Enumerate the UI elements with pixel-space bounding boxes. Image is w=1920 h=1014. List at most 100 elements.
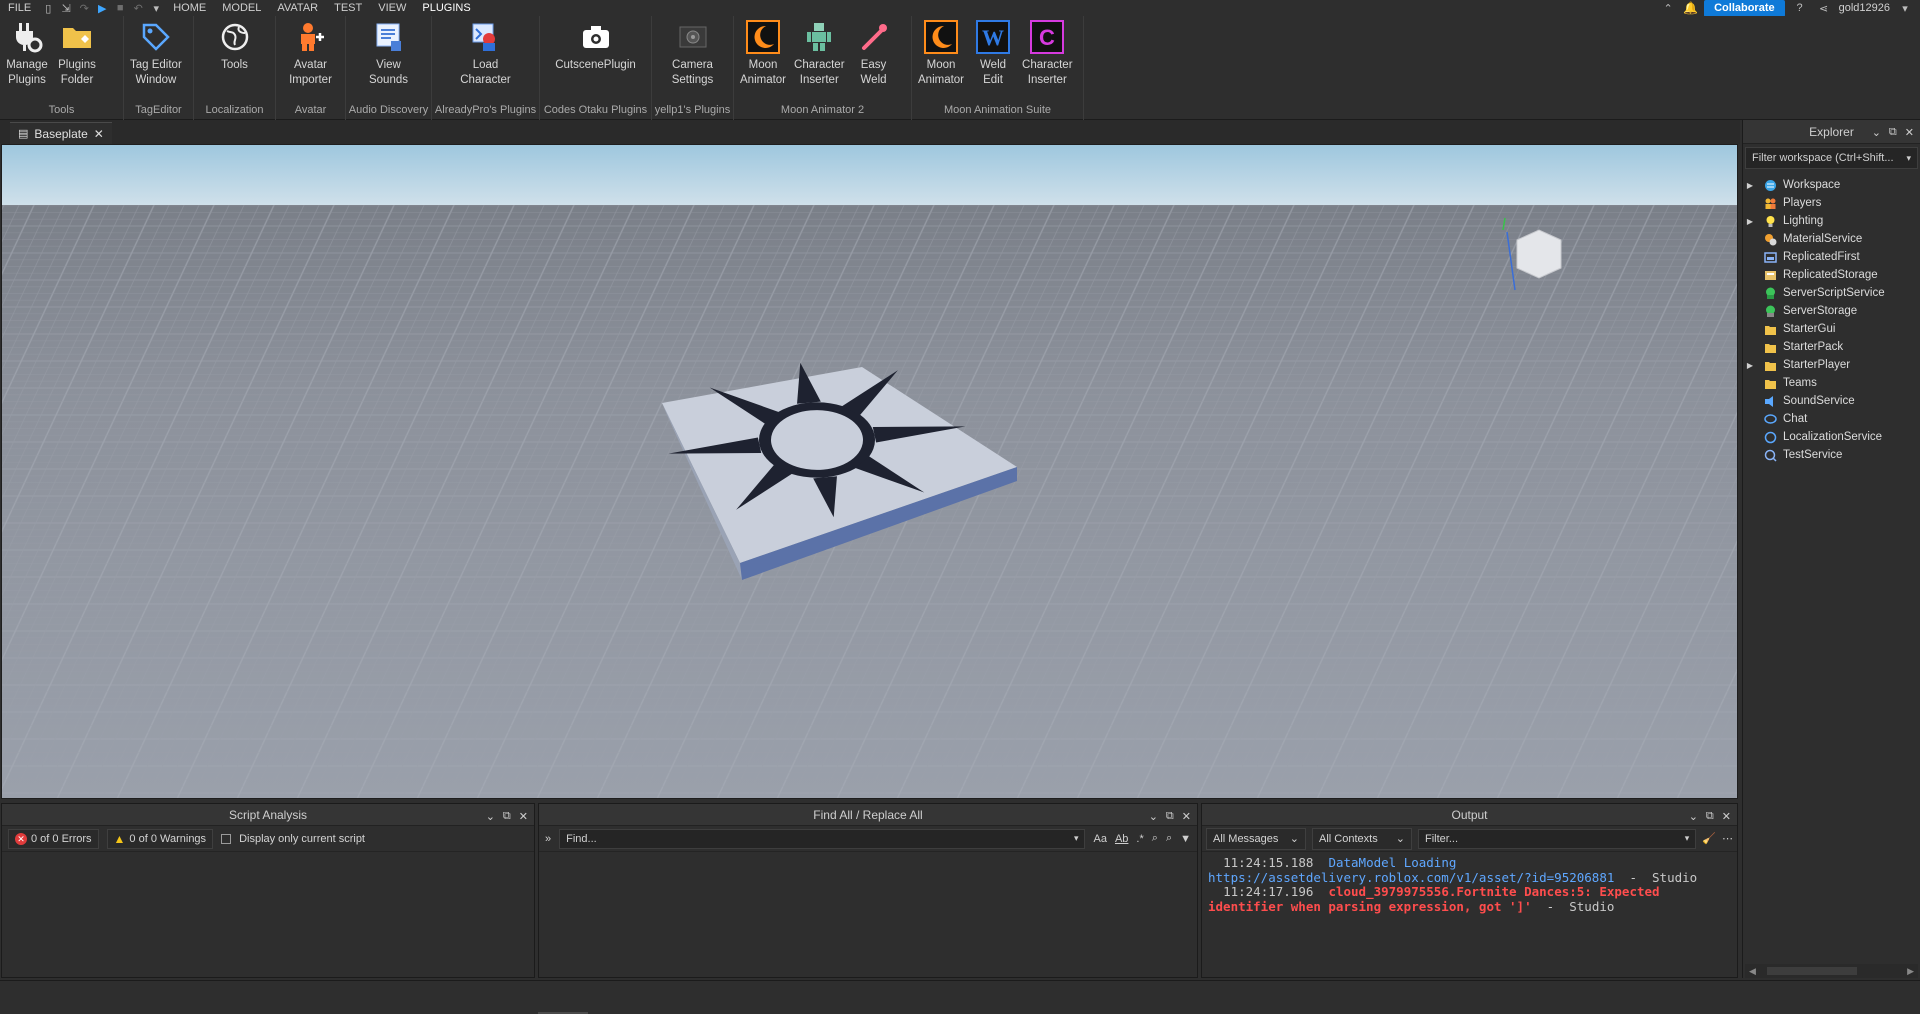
output-filter-input[interactable]: Filter... ▾ — [1418, 828, 1697, 849]
play-icon[interactable]: ▶ — [93, 0, 111, 16]
close-icon[interactable]: ✕ — [1905, 126, 1914, 139]
tree-item-localizationservice[interactable]: LocalizationService — [1743, 428, 1920, 446]
close-icon[interactable]: ✕ — [1722, 810, 1731, 823]
regex-toggle[interactable]: .* — [1136, 833, 1143, 845]
scrollbar-thumb[interactable] — [1767, 967, 1857, 975]
tree-item-soundservice[interactable]: SoundService — [1743, 392, 1920, 410]
plugins-folder-button[interactable]: Plugins Folder — [52, 20, 102, 102]
tag-editor-window-button[interactable]: Tag Editor Window — [126, 20, 186, 102]
tree-item-replicatedfirst[interactable]: ReplicatedFirst — [1743, 248, 1920, 266]
menu-model[interactable]: MODEL — [214, 0, 269, 16]
match-case-toggle[interactable]: Aa — [1093, 833, 1106, 845]
quick-access-dropdown-icon[interactable]: ▾ — [147, 0, 165, 16]
panel-menu-chevron-icon[interactable]: ⌄ — [1872, 126, 1881, 139]
menu-file[interactable]: FILE — [0, 0, 39, 16]
character-inserter-suite-button[interactable]: C Character Inserter — [1018, 20, 1077, 102]
menu-plugins[interactable]: PLUGINS — [414, 0, 478, 16]
panel-menu-chevron-icon[interactable]: ⌄ — [486, 810, 495, 823]
character-inserter-button[interactable]: Character Inserter — [790, 20, 849, 102]
undock-icon[interactable]: ⧉ — [503, 810, 511, 823]
tree-item-players[interactable]: Players — [1743, 194, 1920, 212]
moon-animator-button[interactable]: Moon Animator — [736, 20, 790, 102]
undock-icon[interactable]: ⧉ — [1889, 126, 1897, 139]
tab-baseplate[interactable]: ▤ Baseplate ✕ — [10, 122, 112, 144]
undo-icon[interactable]: ↶ — [129, 0, 147, 16]
new-file-icon[interactable]: ▯ — [39, 0, 57, 16]
ribbon-group-label: Tools — [48, 104, 75, 116]
username-label[interactable]: gold12926 — [1839, 2, 1890, 14]
close-icon[interactable]: ✕ — [519, 810, 528, 823]
3d-viewport[interactable] — [1, 144, 1738, 799]
find-options-icon[interactable]: ⌕ — [1166, 832, 1172, 845]
display-only-current-checkbox[interactable] — [221, 833, 232, 844]
menu-avatar[interactable]: AVATAR — [269, 0, 326, 16]
find-input[interactable]: Find... ▾ — [559, 828, 1086, 849]
find-history-dropdown-icon[interactable]: ▾ — [1074, 833, 1079, 844]
close-tab-icon[interactable]: ✕ — [94, 127, 104, 141]
expand-arrow-icon[interactable]: ▶ — [1743, 217, 1757, 226]
find-in-scope-icon[interactable]: ⌕ — [1152, 832, 1158, 845]
expand-arrow-icon[interactable]: ▶ — [1743, 181, 1757, 190]
open-file-icon[interactable]: ⇲ — [57, 0, 75, 16]
scroll-right-icon[interactable]: ▶ — [1907, 966, 1914, 977]
easy-weld-button[interactable]: Easy Weld — [849, 20, 899, 102]
tree-item-teams[interactable]: Teams — [1743, 374, 1920, 392]
collaborate-button[interactable]: Collaborate — [1704, 0, 1785, 17]
tree-item-starterplayer[interactable]: ▶ StarterPlayer — [1743, 356, 1920, 374]
more-options-icon[interactable]: ⋯ — [1722, 832, 1733, 845]
menu-test[interactable]: TEST — [326, 0, 370, 16]
cutscene-plugin-button[interactable]: CutscenePlugin — [551, 20, 640, 102]
view-sounds-label: View Sounds — [368, 59, 408, 86]
panel-menu-chevron-icon[interactable]: ⌄ — [1149, 810, 1158, 823]
view-sounds-button[interactable]: View Sounds — [364, 20, 414, 102]
notification-bell-icon[interactable]: 🔔 — [1683, 1, 1698, 15]
tree-item-starterpack[interactable]: StarterPack — [1743, 338, 1920, 356]
tree-item-serverscriptservice[interactable]: ServerScriptService — [1743, 284, 1920, 302]
menu-home[interactable]: HOME — [165, 0, 214, 16]
errors-filter-button[interactable]: ✕ 0 of 0 Errors — [8, 828, 99, 849]
weld-edit-button[interactable]: W Weld Edit — [968, 20, 1018, 102]
moon-animator-suite-button[interactable]: Moon Animator — [914, 20, 968, 102]
user-menu-chevron-icon[interactable]: ▾ — [1896, 0, 1914, 16]
tree-item-replicatedstorage[interactable]: ReplicatedStorage — [1743, 266, 1920, 284]
filter-dropdown-icon[interactable]: ▾ — [1906, 153, 1911, 164]
avatar-importer-button[interactable]: Avatar Importer — [285, 20, 336, 102]
camera-settings-button[interactable]: Camera Settings — [668, 20, 718, 102]
panel-menu-chevron-icon[interactable]: ⌄ — [1689, 810, 1698, 823]
share-icon[interactable]: ⋖ — [1815, 0, 1833, 16]
filter-history-dropdown-icon[interactable]: ▾ — [1685, 833, 1690, 844]
output-log: 11:24:15.188 DataModel Loading https://a… — [1202, 852, 1737, 918]
warnings-filter-button[interactable]: ▲ 0 of 0 Warnings — [106, 828, 214, 849]
menu-view[interactable]: VIEW — [370, 0, 414, 16]
expand-replace-icon[interactable]: » — [545, 833, 551, 845]
load-character-button[interactable]: Load Character — [456, 20, 515, 102]
explorer-filter-input[interactable]: Filter workspace (Ctrl+Shift... ▾ — [1745, 147, 1918, 169]
help-icon[interactable]: ? — [1791, 0, 1809, 16]
context-dropdown[interactable]: All Contexts ⌄ — [1312, 827, 1412, 850]
stop-icon[interactable]: ■ — [111, 0, 129, 16]
tree-item-lighting[interactable]: ▶ Lighting — [1743, 212, 1920, 230]
undock-icon[interactable]: ⧉ — [1166, 810, 1174, 823]
collapse-ribbon-icon[interactable]: ⌃ — [1659, 0, 1677, 16]
tree-item-startergui[interactable]: StarterGui — [1743, 320, 1920, 338]
close-icon[interactable]: ✕ — [1182, 810, 1191, 823]
undock-icon[interactable]: ⧉ — [1706, 810, 1714, 823]
scroll-left-icon[interactable]: ◀ — [1749, 966, 1756, 977]
expand-arrow-icon[interactable]: ▶ — [1743, 361, 1757, 370]
tree-item-materialservice[interactable]: MaterialService — [1743, 230, 1920, 248]
tree-item-label: StarterPlayer — [1783, 359, 1851, 371]
manage-plugins-button[interactable]: Manage Plugins — [2, 20, 52, 102]
clear-output-icon[interactable]: 🧹 — [1702, 832, 1716, 845]
tree-item-serverstorage[interactable]: ServerStorage — [1743, 302, 1920, 320]
localization-tools-button[interactable]: Tools — [210, 20, 260, 102]
tree-item-testservice[interactable]: TestService — [1743, 446, 1920, 464]
tree-item-chat[interactable]: Chat — [1743, 410, 1920, 428]
filter-icon[interactable]: ▼ — [1180, 833, 1191, 845]
script-document-icon: ▤ — [18, 128, 29, 140]
tree-item-workspace[interactable]: ▶ Workspace — [1743, 176, 1920, 194]
match-whole-word-toggle[interactable]: Ab — [1115, 833, 1128, 845]
ribbon-group-label: AlreadyPro's Plugins — [434, 104, 537, 116]
explorer-horizontal-scrollbar[interactable]: ◀ ▶ — [1745, 964, 1918, 978]
message-type-dropdown[interactable]: All Messages ⌄ — [1206, 827, 1306, 850]
redo-icon[interactable]: ↷ — [75, 0, 93, 16]
